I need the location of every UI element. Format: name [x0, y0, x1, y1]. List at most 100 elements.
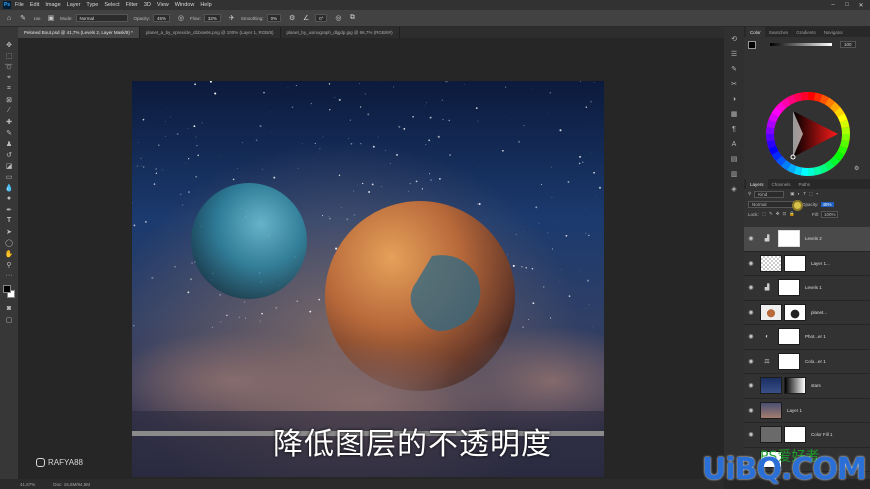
layer-mask-thumbnail[interactable] — [784, 377, 806, 395]
close-icon[interactable]: ✕ — [854, 0, 868, 10]
home-icon[interactable]: ⌂ — [4, 13, 14, 23]
maximize-icon[interactable]: □ — [840, 0, 854, 10]
layer-row[interactable]: ◉ Layer 1... — [744, 252, 870, 276]
layer-thumbnail[interactable] — [760, 254, 782, 272]
pressure-size-icon[interactable]: ◎ — [333, 13, 343, 23]
layer-thumbnail[interactable] — [760, 377, 782, 395]
menu-type[interactable]: Type — [86, 2, 98, 8]
color-swatches[interactable] — [3, 285, 15, 299]
brush-tool-icon[interactable]: ✎ — [3, 127, 15, 138]
brush-preset-icon[interactable]: 100 — [32, 13, 42, 23]
marquee-tool-icon[interactable]: ⬚ — [3, 50, 15, 61]
quick-select-tool-icon[interactable]: ⌖ — [3, 72, 15, 83]
layer-name[interactable]: Levels 2 — [805, 236, 822, 241]
tab-document-2[interactable]: planet_a_by_sprexicle_d1bsw9s.png @ 100%… — [140, 27, 281, 38]
brush-panel-icon[interactable]: ✎ — [728, 63, 740, 75]
frame-tool-icon[interactable]: ⊠ — [3, 94, 15, 105]
document-canvas[interactable] — [132, 81, 604, 477]
smoothing-field[interactable]: 0% — [266, 14, 282, 22]
filter-icons[interactable]: ▣◐T⬚▪ — [790, 191, 821, 197]
airbrush-icon[interactable]: ✈ — [227, 13, 237, 23]
eye-icon[interactable]: ◉ — [746, 309, 756, 316]
type-tool-icon[interactable]: T — [3, 215, 15, 226]
eye-icon[interactable]: ◉ — [746, 358, 756, 365]
clone-source-icon[interactable]: ✂ — [728, 78, 740, 90]
quick-mask-icon[interactable]: ◙ — [3, 303, 15, 314]
layer-name[interactable]: Layer 1... — [811, 261, 830, 266]
brightness-value[interactable]: 100 — [840, 41, 856, 48]
dodge-tool-icon[interactable]: ● — [3, 193, 15, 204]
color-settings-icon[interactable]: ⚙ — [854, 165, 859, 172]
layer-row[interactable]: ◉ ⚖ Colo...er 1 — [744, 350, 870, 374]
fill-field[interactable]: 100% — [820, 210, 839, 218]
layer-name[interactable]: stars — [811, 383, 821, 388]
shape-tool-icon[interactable]: ◯ — [3, 237, 15, 248]
brush-settings-icon[interactable]: ▣ — [46, 13, 56, 23]
adjustments-panel-icon[interactable]: ◑ — [728, 93, 740, 105]
pressure-opacity-icon[interactable]: ◎ — [176, 13, 186, 23]
tab-paths[interactable]: Paths — [795, 179, 815, 189]
layer-opacity-field[interactable]: 45% — [820, 201, 834, 207]
canvas-area[interactable]: 降低图层的不透明度 RAFYA88 — [18, 38, 724, 479]
menu-help[interactable]: Help — [200, 2, 211, 8]
properties-panel-icon[interactable]: ☰ — [728, 48, 740, 60]
styles-panel-icon[interactable]: ▤ — [728, 153, 740, 165]
layer-mask-thumbnail[interactable] — [784, 254, 806, 272]
paragraph-panel-icon[interactable]: ¶ — [728, 123, 740, 135]
menu-layer[interactable]: Layer — [67, 2, 81, 8]
eye-icon[interactable]: ◉ — [746, 431, 756, 438]
layer-row[interactable]: ◉ ◐ Phot...er 1 — [744, 325, 870, 350]
menu-select[interactable]: Select — [104, 2, 119, 8]
tab-channels[interactable]: Channels — [768, 179, 795, 189]
layer-mask-thumbnail[interactable] — [778, 230, 800, 248]
history-panel-icon[interactable]: ⟲ — [728, 33, 740, 45]
blur-tool-icon[interactable]: 💧 — [3, 182, 15, 193]
layer-mask-thumbnail[interactable] — [784, 303, 806, 321]
layer-thumbnail[interactable] — [760, 303, 782, 321]
eye-icon[interactable]: ◉ — [746, 333, 756, 340]
layer-name[interactable]: Layer 1 — [787, 408, 802, 413]
eye-icon[interactable]: ◉ — [746, 407, 756, 414]
move-tool-icon[interactable]: ✥ — [3, 39, 15, 50]
menu-filter[interactable]: Filter — [126, 2, 138, 8]
swatch-panel-icon[interactable]: ▦ — [728, 108, 740, 120]
brush-tool-icon[interactable]: ✎ — [18, 13, 28, 23]
path-select-tool-icon[interactable]: ➤ — [3, 226, 15, 237]
tab-gradients[interactable]: Gradients — [792, 27, 820, 37]
layer-mask-thumbnail[interactable] — [778, 352, 800, 370]
libraries-panel-icon[interactable]: ▥ — [728, 168, 740, 180]
mode-select[interactable]: Normal — [75, 14, 128, 22]
layer-name[interactable]: Color Fill 1 — [811, 432, 833, 437]
layer-row[interactable]: ◉ ▟ Levels 1 — [744, 276, 870, 301]
3d-panel-icon[interactable]: ◈ — [728, 183, 740, 195]
color-wheel[interactable] — [763, 89, 853, 179]
more-tools-icon[interactable]: ··· — [3, 270, 15, 281]
layer-row[interactable]: ◉ planet... — [744, 301, 870, 325]
tab-color[interactable]: Color — [746, 27, 765, 37]
blend-mode-select[interactable]: Normal — [748, 200, 794, 208]
eraser-tool-icon[interactable]: ◪ — [3, 160, 15, 171]
hand-tool-icon[interactable]: ✋ — [3, 248, 15, 259]
lasso-tool-icon[interactable]: ➰ — [3, 61, 15, 72]
tab-document-3[interactable]: planet_by_usinograph_dlgjdp.jpg @ 66,7% … — [281, 27, 400, 38]
symmetry-icon[interactable]: ⧉ — [347, 13, 357, 23]
angle-field[interactable]: 0° — [315, 14, 328, 22]
layer-row[interactable]: ◉ ▟ Levels 2 — [744, 227, 870, 252]
menu-3d[interactable]: 3D — [144, 2, 151, 8]
eye-icon[interactable]: ◉ — [746, 382, 756, 389]
gradient-tool-icon[interactable]: ▭ — [3, 171, 15, 182]
eye-icon[interactable]: ◉ — [746, 235, 756, 242]
gear-icon[interactable]: ⚙ — [287, 13, 297, 23]
opacity-field[interactable]: 45% — [153, 14, 171, 22]
history-brush-tool-icon[interactable]: ↺ — [3, 149, 15, 160]
color-fg-swatch[interactable] — [748, 41, 756, 49]
eye-icon[interactable]: ◉ — [746, 260, 756, 267]
zoom-tool-icon[interactable]: ⚲ — [3, 259, 15, 270]
layer-row[interactable]: ◉ Layer 1 — [744, 399, 870, 423]
brightness-slider[interactable] — [770, 43, 832, 46]
stamp-tool-icon[interactable]: ♟ — [3, 138, 15, 149]
tab-swatches[interactable]: Swatches — [765, 27, 793, 37]
layer-name[interactable]: Colo...er 1 — [805, 359, 826, 364]
character-panel-icon[interactable]: A — [728, 138, 740, 150]
layer-name[interactable]: planet... — [811, 310, 827, 315]
